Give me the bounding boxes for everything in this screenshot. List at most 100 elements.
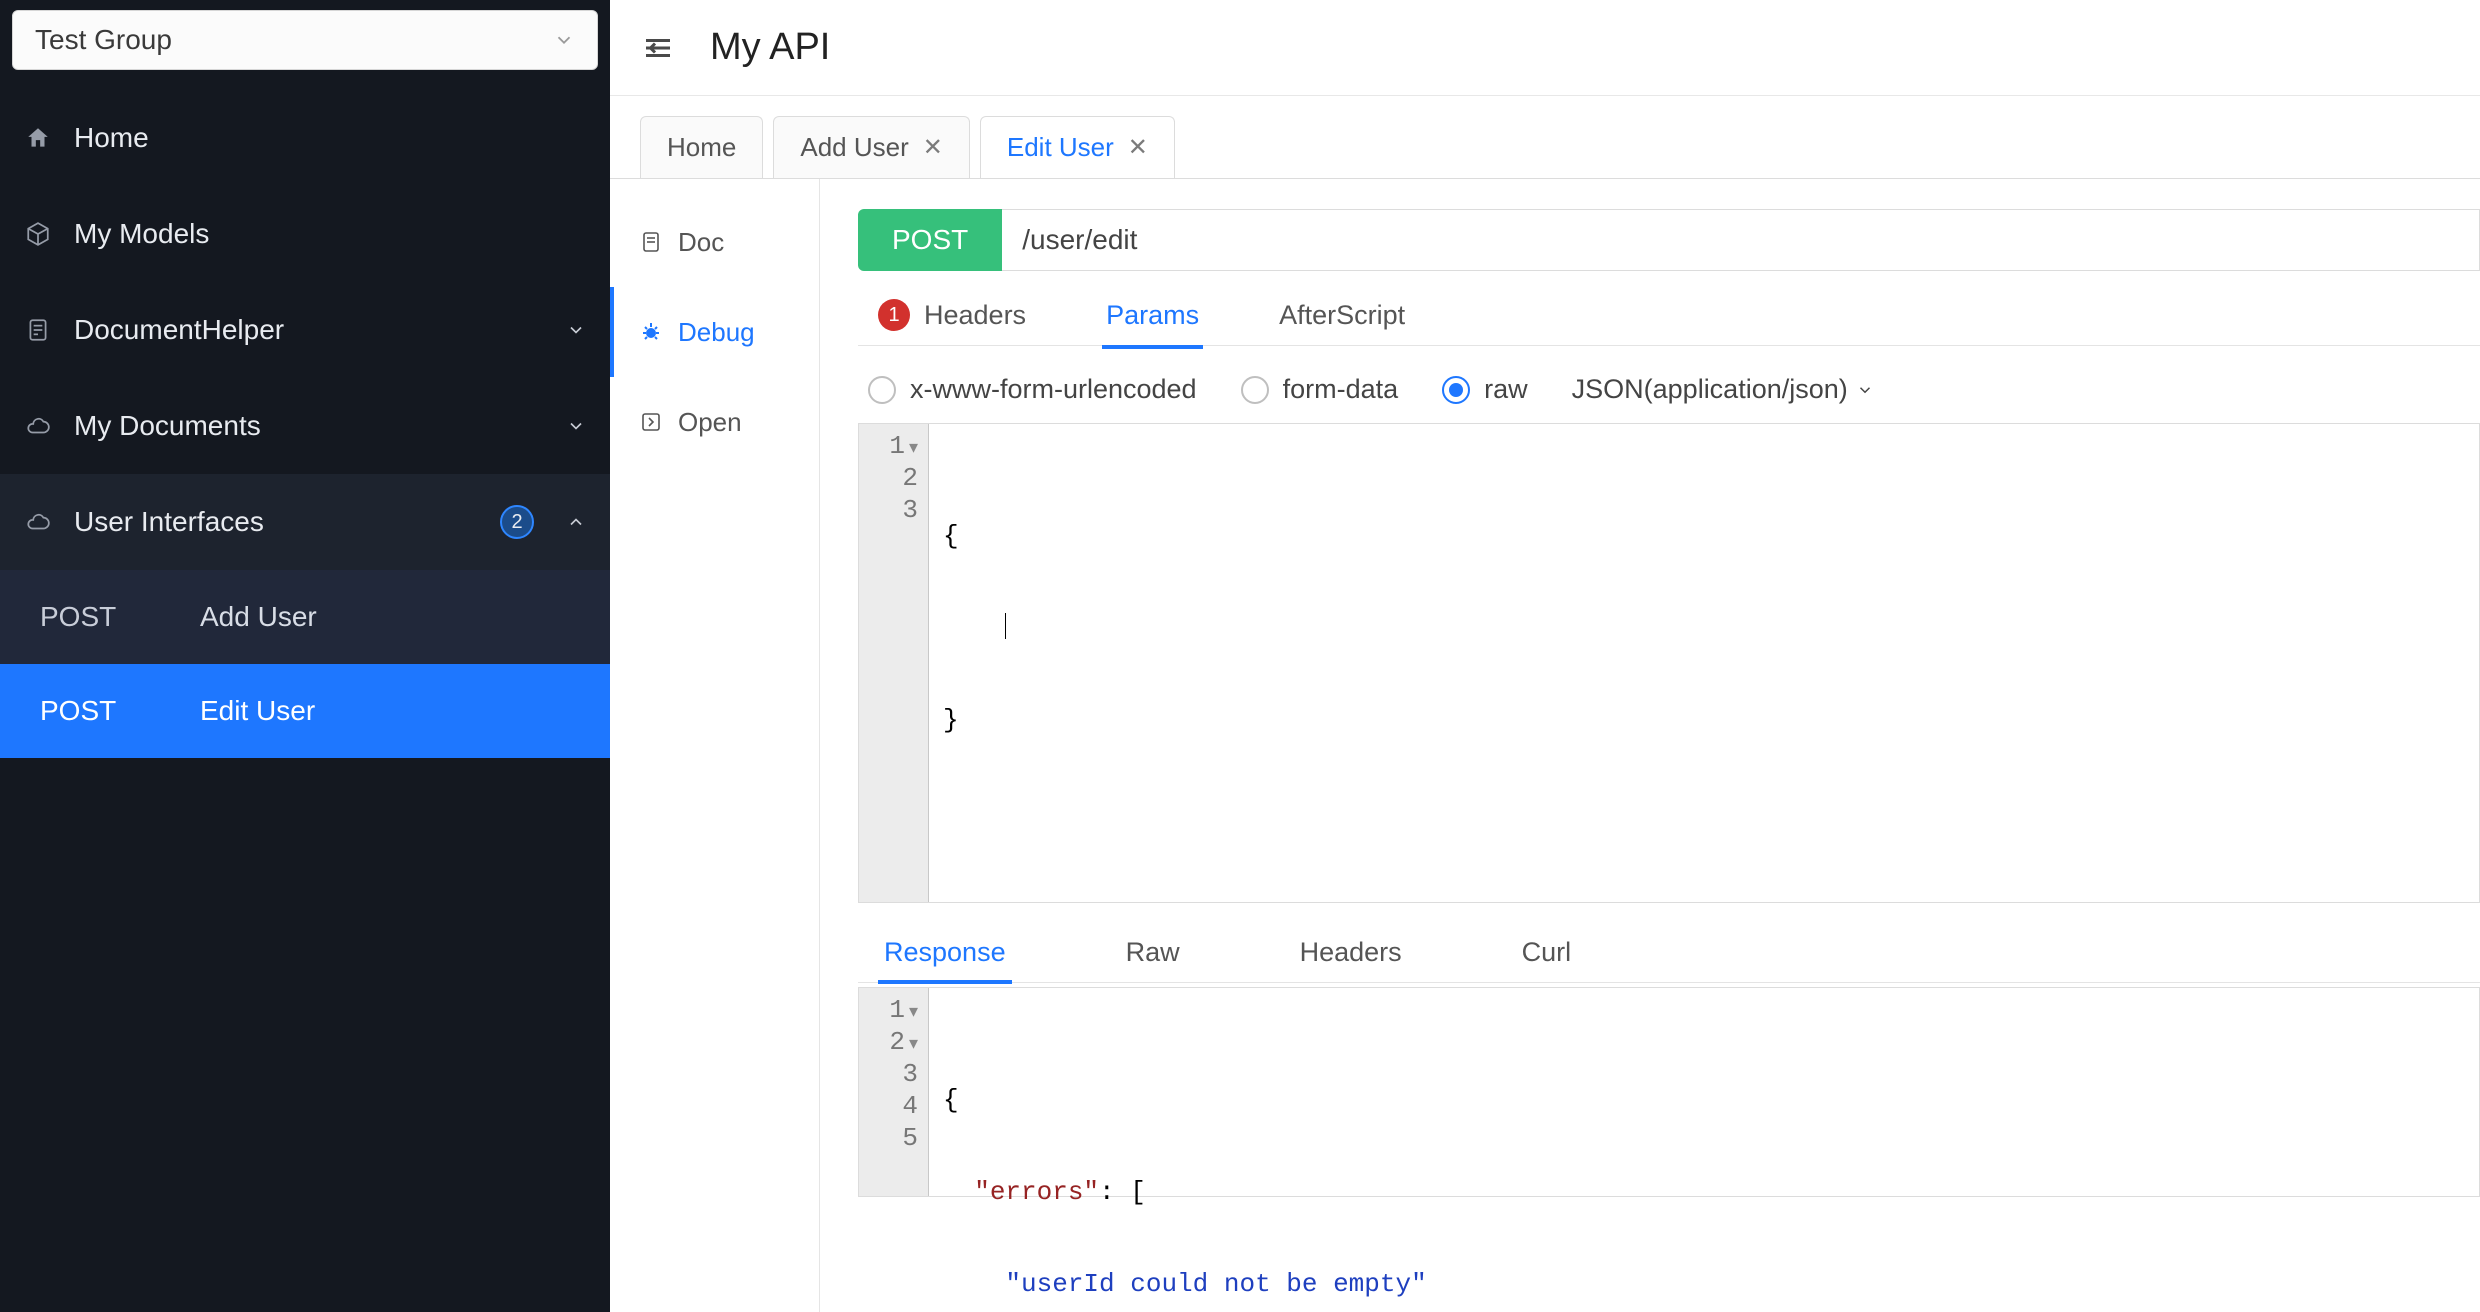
- cursor-icon: [1005, 613, 1006, 639]
- radio-dot-icon: [1241, 376, 1269, 404]
- close-icon[interactable]: ✕: [923, 133, 943, 162]
- sidebar-item-my-models[interactable]: My Models: [0, 186, 610, 282]
- sidebar-item-label: My Documents: [74, 410, 544, 442]
- mini-nav-debug[interactable]: Debug: [610, 287, 819, 377]
- resp-tab-headers[interactable]: Headers: [1300, 937, 1402, 982]
- sidebar-nav: Home My Models DocumentHelper My Documen…: [0, 90, 610, 758]
- count-badge: 2: [500, 505, 534, 539]
- tab-label: Home: [667, 132, 736, 163]
- editor-code[interactable]: { }: [929, 424, 2479, 902]
- sidebar-subitem-label: Edit User: [200, 695, 315, 727]
- cloud-icon: [24, 508, 52, 536]
- sidebar-item-label: My Models: [74, 218, 586, 250]
- tab-home[interactable]: Home: [640, 116, 763, 178]
- tab-label: Edit User: [1007, 132, 1114, 163]
- main: My API Home Add User ✕ Edit User ✕ Doc: [610, 0, 2480, 1312]
- topbar: My API: [610, 0, 2480, 96]
- editor-gutter: 1▾ 2▾ 3 4 5: [859, 988, 929, 1196]
- sidebar-item-document-helper[interactable]: DocumentHelper: [0, 282, 610, 378]
- menu-toggle-icon[interactable]: [638, 28, 678, 68]
- subtab-label: AfterScript: [1279, 300, 1405, 331]
- mini-nav: Doc Debug Open: [610, 179, 820, 1312]
- tab-add-user[interactable]: Add User ✕: [773, 116, 970, 178]
- document-icon: [638, 229, 664, 255]
- bug-icon: [638, 319, 664, 345]
- mini-nav-doc[interactable]: Doc: [610, 197, 819, 287]
- open-icon: [638, 409, 664, 435]
- http-method: POST: [40, 601, 140, 633]
- radio-urlencoded[interactable]: x-www-form-urlencoded: [868, 374, 1197, 405]
- content-type-select[interactable]: JSON(application/json): [1572, 374, 1874, 405]
- code-line: }: [943, 704, 2465, 736]
- sidebar-item-my-documents[interactable]: My Documents: [0, 378, 610, 474]
- sidebar-item-home[interactable]: Home: [0, 90, 610, 186]
- sidebar-item-user-interfaces[interactable]: User Interfaces 2: [0, 474, 610, 570]
- sidebar: Test Group Home My Models DocumentHelper: [0, 0, 610, 1312]
- line-highlight: [929, 1116, 2479, 1148]
- editor-code[interactable]: { "errors": [ "userId could not be empty…: [929, 988, 2479, 1196]
- mini-nav-label: Doc: [678, 227, 724, 258]
- request-panel: POST /user/edit 1 Headers Params AfterSc…: [820, 179, 2480, 1312]
- chevron-down-icon: [566, 320, 586, 340]
- sidebar-subitem-add-user[interactable]: POST Add User: [0, 570, 610, 664]
- radio-label: form-data: [1283, 374, 1399, 405]
- chevron-up-icon: [566, 512, 586, 532]
- mini-nav-label: Debug: [678, 317, 755, 348]
- subtab-label: Params: [1106, 300, 1199, 331]
- close-icon[interactable]: ✕: [1128, 133, 1148, 162]
- url-value: /user/edit: [1022, 224, 1137, 256]
- radio-raw[interactable]: raw: [1442, 374, 1528, 405]
- mini-nav-open[interactable]: Open: [610, 377, 819, 467]
- tabs-row: Home Add User ✕ Edit User ✕: [610, 96, 2480, 178]
- subtab-afterscript[interactable]: AfterScript: [1279, 299, 1405, 347]
- request-subtabs: 1 Headers Params AfterScript: [858, 271, 2480, 347]
- tab-label: Add User: [800, 132, 908, 163]
- http-method-pill[interactable]: POST: [858, 209, 1002, 271]
- url-row: POST /user/edit: [858, 209, 2480, 271]
- chevron-down-icon: [566, 416, 586, 436]
- radio-dot-icon: [868, 376, 896, 404]
- subtab-headers[interactable]: 1 Headers: [878, 299, 1026, 347]
- tab-edit-user[interactable]: Edit User ✕: [980, 116, 1175, 178]
- chevron-down-icon: [553, 29, 575, 51]
- code-line: {: [943, 1084, 2465, 1116]
- request-body-editor[interactable]: 1▾ 2 3 { }: [858, 423, 2480, 903]
- subtab-label: Headers: [924, 300, 1026, 331]
- cloud-icon: [24, 412, 52, 440]
- resp-tab-response[interactable]: Response: [884, 937, 1006, 982]
- content-type-label: JSON(application/json): [1572, 374, 1848, 405]
- code-line: {: [943, 520, 2465, 552]
- group-selector-label: Test Group: [35, 24, 172, 56]
- sidebar-subitems: POST Add User POST Edit User: [0, 570, 610, 758]
- sidebar-item-label: Home: [74, 122, 586, 154]
- response-body-editor[interactable]: 1▾ 2▾ 3 4 5 { "errors": [ "userId could …: [858, 987, 2480, 1197]
- body-type-row: x-www-form-urlencoded form-data raw JSON…: [858, 346, 2480, 423]
- radio-formdata[interactable]: form-data: [1241, 374, 1399, 405]
- resp-tab-raw[interactable]: Raw: [1126, 937, 1180, 982]
- sidebar-item-label: User Interfaces: [74, 506, 478, 538]
- subtab-params[interactable]: Params: [1106, 299, 1199, 347]
- radio-label: raw: [1484, 374, 1528, 405]
- resp-tab-curl[interactable]: Curl: [1522, 937, 1572, 982]
- editor-gutter: 1▾ 2 3: [859, 424, 929, 902]
- code-line: [943, 612, 2465, 644]
- radio-label: x-www-form-urlencoded: [910, 374, 1197, 405]
- http-method: POST: [40, 695, 140, 727]
- count-badge: 1: [878, 299, 910, 331]
- code-line: "errors": [: [943, 1176, 2465, 1208]
- mini-nav-label: Open: [678, 407, 742, 438]
- group-selector[interactable]: Test Group: [12, 10, 598, 70]
- work-area: Doc Debug Open POST /user/edit: [610, 178, 2480, 1312]
- sidebar-subitem-label: Add User: [200, 601, 317, 633]
- home-icon: [24, 124, 52, 152]
- response-tabs: Response Raw Headers Curl: [858, 903, 2480, 982]
- sidebar-subitem-edit-user[interactable]: POST Edit User: [0, 664, 610, 758]
- app-title: My API: [710, 26, 830, 69]
- url-input[interactable]: /user/edit: [1002, 209, 2480, 271]
- sidebar-item-label: DocumentHelper: [74, 314, 544, 346]
- document-icon: [24, 316, 52, 344]
- chevron-down-icon: [1856, 381, 1874, 399]
- cube-icon: [24, 220, 52, 248]
- code-line: "userId could not be empty": [943, 1268, 2465, 1300]
- divider: [858, 982, 2480, 983]
